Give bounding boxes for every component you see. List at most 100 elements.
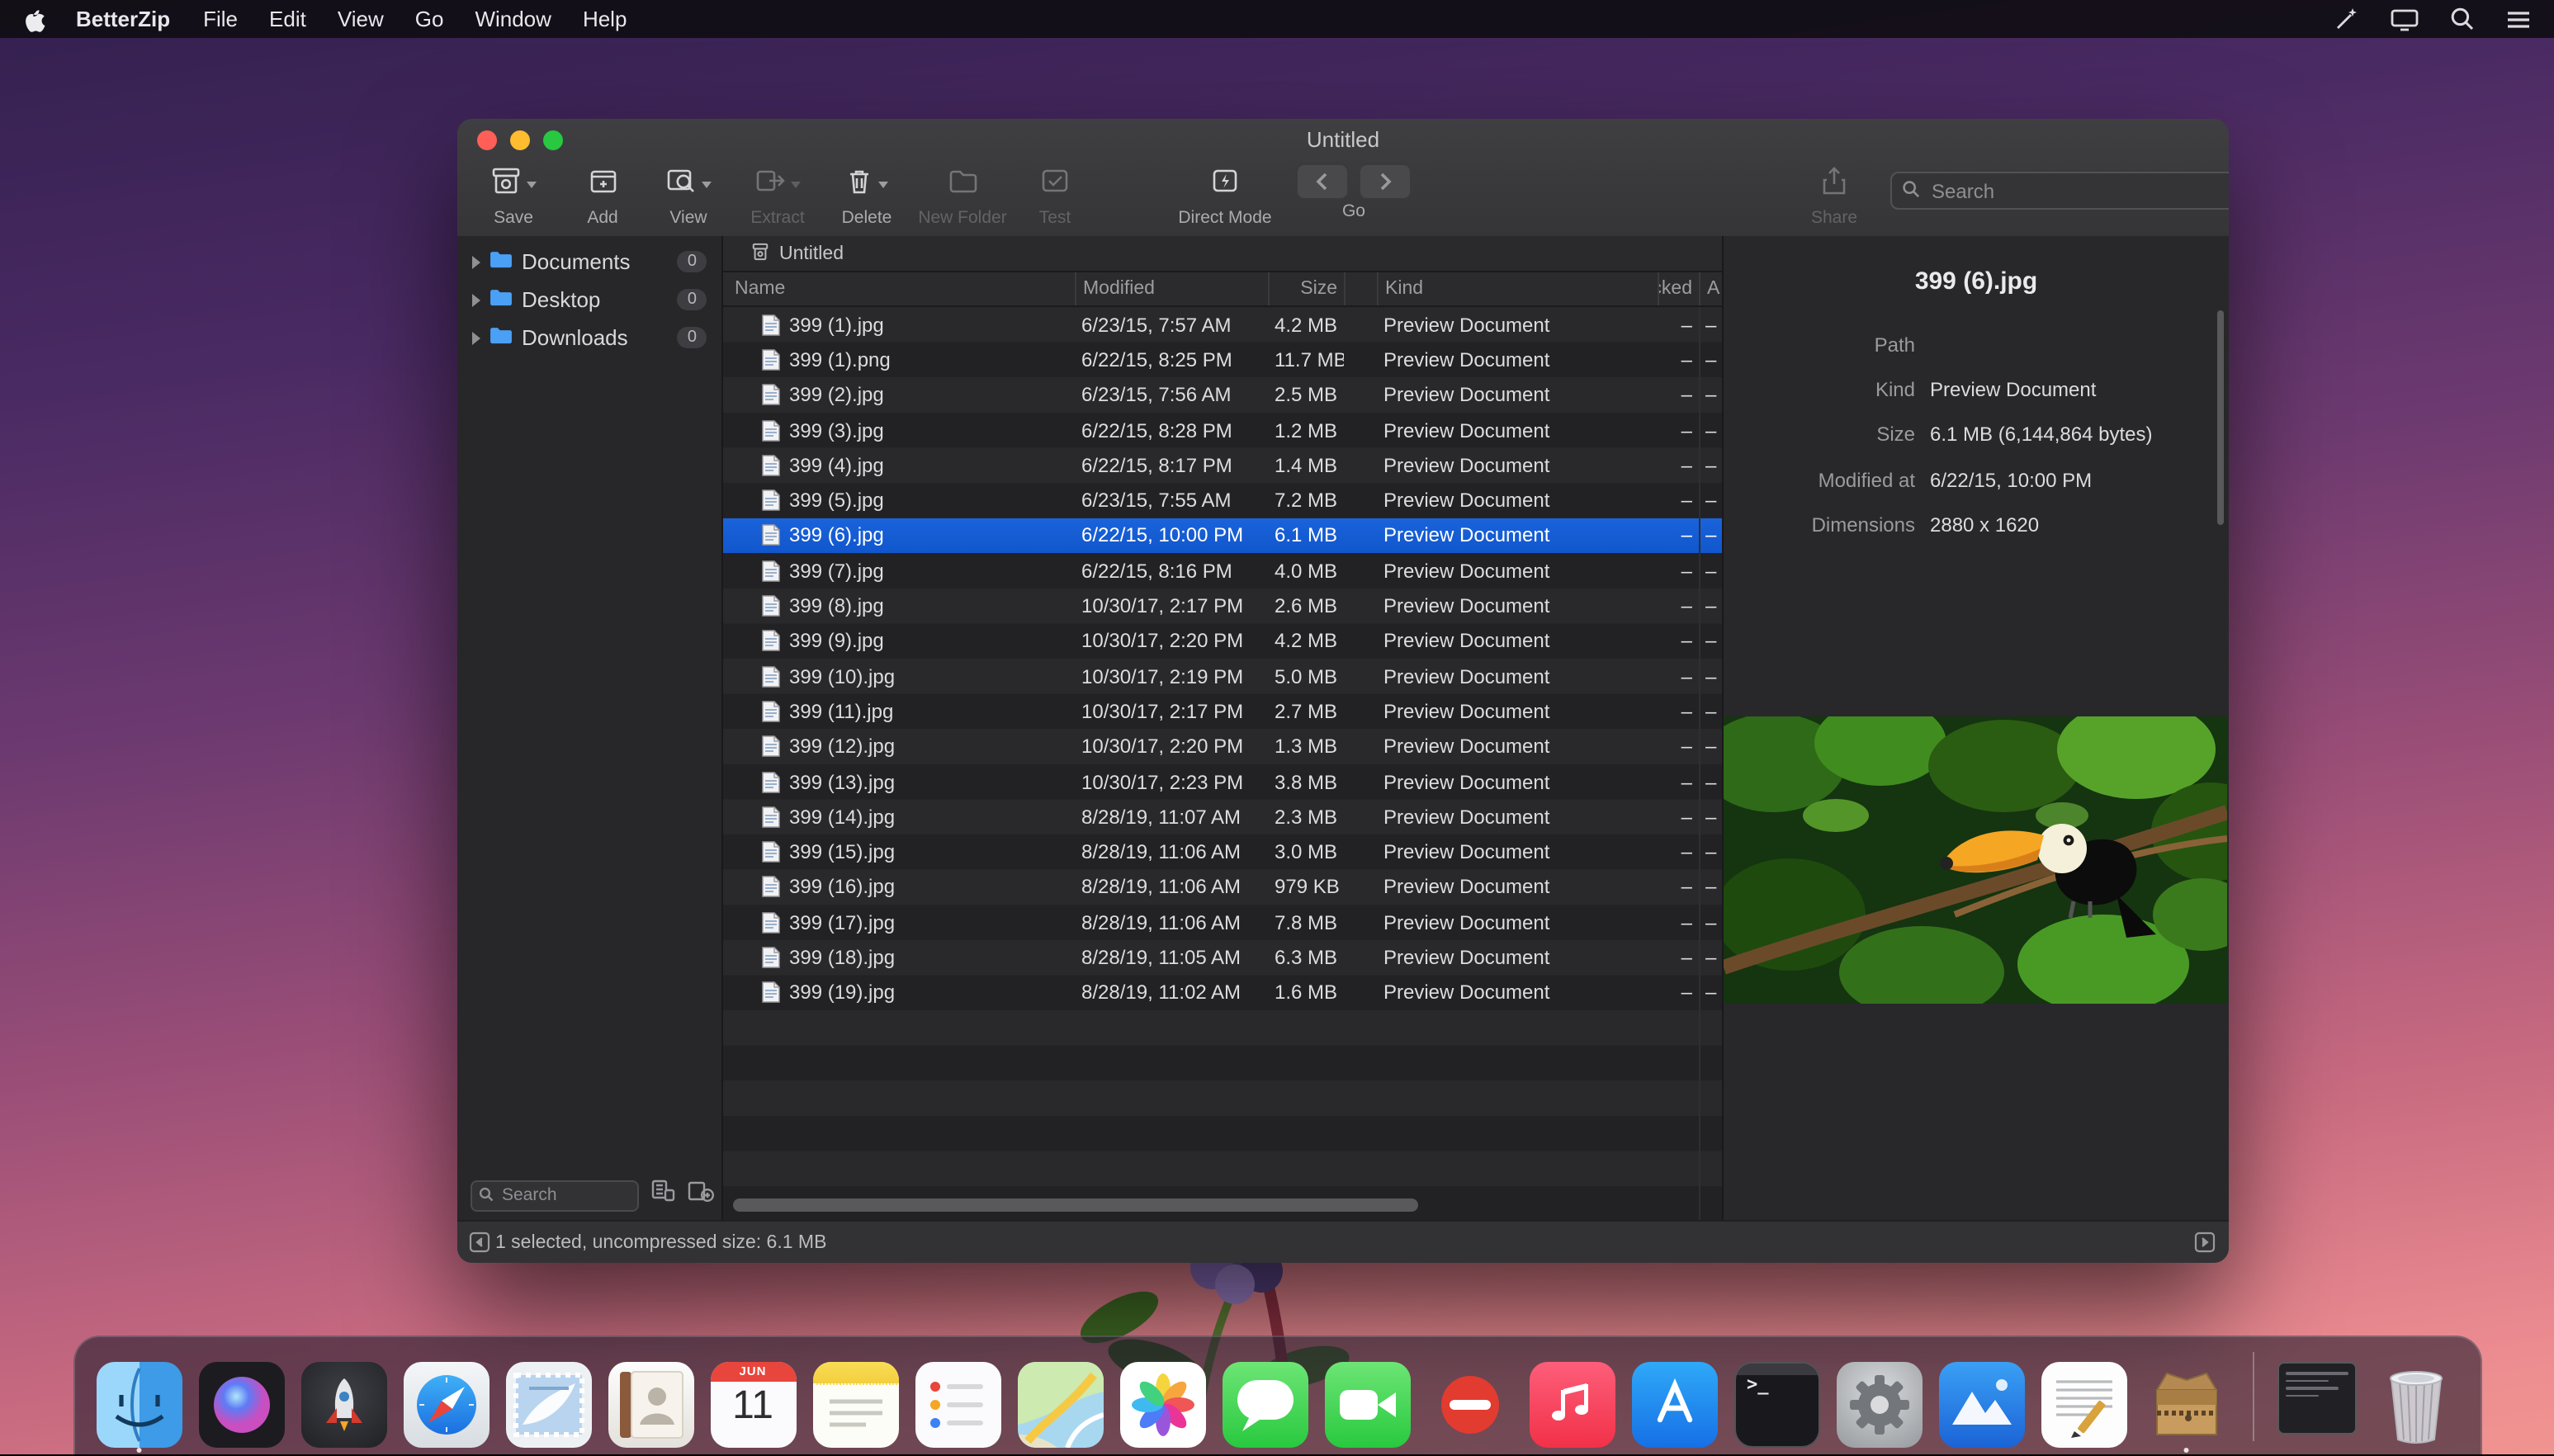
file-row[interactable]: 399 (8).jpg 10/30/17, 2:17 PM 2.6 MB Pre…	[723, 589, 1722, 624]
share-button[interactable]: Share	[1801, 163, 1867, 228]
minimized-window-thumbnail[interactable]	[2277, 1362, 2356, 1448]
file-row[interactable]: 399 (6).jpg 6/22/15, 10:00 PM 6.1 MB Pre…	[723, 518, 1722, 554]
item-count-badge: 0	[678, 251, 707, 272]
column-size[interactable]: Size	[1268, 272, 1344, 305]
finder-dock-icon[interactable]	[96, 1362, 182, 1448]
column-packed[interactable]: Packed	[1658, 272, 1699, 305]
do-not-enter-dock-icon[interactable]	[1426, 1362, 1512, 1448]
sidebar-search-input[interactable]	[499, 1184, 631, 1207]
toggle-info-panel-button[interactable]	[2194, 1231, 2216, 1253]
image-document-icon	[761, 559, 781, 582]
toolbar-search-input[interactable]	[1928, 177, 2224, 204]
test-button[interactable]: Test	[1022, 163, 1088, 228]
folder-icon	[489, 287, 513, 312]
file-row[interactable]: 399 (17).jpg 8/28/19, 11:06 AM 7.8 MB Pr…	[723, 905, 1722, 940]
mountain-app-dock-icon[interactable]	[1938, 1362, 2024, 1448]
desktop: BetterZip File Edit View Go Window Help	[0, 0, 2554, 1454]
delete-button[interactable]: Delete	[830, 163, 903, 228]
mail-dock-icon[interactable]	[505, 1362, 591, 1448]
messages-dock-icon[interactable]	[1222, 1362, 1308, 1448]
file-row[interactable]: 399 (19).jpg 8/28/19, 11:02 AM 1.6 MB Pr…	[723, 975, 1722, 1010]
file-row[interactable]: 399 (16).jpg 8/28/19, 11:06 AM 979 KB Pr…	[723, 870, 1722, 905]
betterzip-dock-icon[interactable]	[2143, 1362, 2229, 1448]
new-folder-button[interactable]: New Folder	[910, 163, 1015, 228]
sidebar-folder-item[interactable]: Desktop 0	[457, 281, 721, 319]
file-row[interactable]: 399 (11).jpg 10/30/17, 2:17 PM 2.7 MB Pr…	[723, 694, 1722, 730]
maps-dock-icon[interactable]	[1017, 1362, 1103, 1448]
file-row[interactable]: 399 (4).jpg 6/22/15, 8:17 PM 1.4 MB Prev…	[723, 447, 1722, 483]
title-bar[interactable]: Untitled	[457, 119, 2229, 158]
view-button[interactable]: View	[652, 163, 725, 228]
menu-item[interactable]: View	[338, 7, 384, 31]
chevron-down-icon	[791, 182, 801, 188]
music-dock-icon[interactable]	[1529, 1362, 1615, 1448]
extract-button[interactable]: Extract	[738, 163, 817, 228]
disclosure-triangle-icon[interactable]	[472, 293, 480, 306]
file-row[interactable]: 399 (15).jpg 8/28/19, 11:06 AM 3.0 MB Pr…	[723, 834, 1722, 870]
display-icon[interactable]	[2391, 7, 2419, 31]
go-forward-button[interactable]	[1359, 163, 1412, 200]
menu-item[interactable]: Help	[583, 7, 627, 31]
horizontal-scrollbar[interactable]	[733, 1198, 1418, 1212]
disclosure-triangle-icon[interactable]	[472, 331, 480, 344]
info-vertical-scrollbar[interactable]	[2217, 310, 2224, 525]
menu-item[interactable]: Window	[475, 7, 551, 31]
notes-dock-icon[interactable]	[812, 1362, 898, 1448]
system-preferences-dock-icon[interactable]	[1836, 1362, 1922, 1448]
file-row[interactable]: 399 (9).jpg 10/30/17, 2:20 PM 4.2 MB Pre…	[723, 623, 1722, 659]
app-store-dock-icon[interactable]	[1631, 1362, 1717, 1448]
column-modified[interactable]: Modified	[1075, 272, 1268, 305]
sidebar-folder-item[interactable]: Downloads 0	[457, 319, 721, 357]
safari-dock-icon[interactable]	[403, 1362, 489, 1448]
spotlight-icon[interactable]	[2450, 7, 2475, 31]
siri-dock-icon[interactable]	[198, 1362, 284, 1448]
launchpad-dock-icon[interactable]	[300, 1362, 386, 1448]
calendar-month: JUN	[710, 1364, 796, 1378]
file-row[interactable]: 399 (10).jpg 10/30/17, 2:19 PM 5.0 MB Pr…	[723, 659, 1722, 694]
file-row[interactable]: 399 (13).jpg 10/30/17, 2:23 PM 3.8 MB Pr…	[723, 764, 1722, 800]
breadcrumb[interactable]: Untitled	[723, 236, 1722, 272]
trash-dock-icon[interactable]	[2372, 1362, 2458, 1448]
toolbar-search-field[interactable]	[1890, 172, 2229, 210]
image-document-icon	[761, 770, 781, 793]
file-row[interactable]: 399 (18).jpg 8/28/19, 11:05 AM 6.3 MB Pr…	[723, 940, 1722, 976]
column-kind[interactable]: Kind	[1377, 272, 1658, 305]
save-button[interactable]: Save	[477, 163, 550, 228]
go-back-button[interactable]	[1296, 163, 1349, 200]
facetime-dock-icon[interactable]	[1324, 1362, 1410, 1448]
info-field-row: Modified at 6/22/15, 10:00 PM	[1724, 457, 2229, 503]
notification-center-icon[interactable]	[2506, 9, 2531, 29]
file-row[interactable]: 399 (2).jpg 6/23/15, 7:56 AM 2.5 MB Prev…	[723, 377, 1722, 413]
file-row[interactable]: 399 (12).jpg 10/30/17, 2:20 PM 1.3 MB Pr…	[723, 729, 1722, 764]
disclosure-triangle-icon[interactable]	[472, 255, 480, 268]
merge-archives-icon[interactable]	[650, 1179, 675, 1212]
calendar-dock-icon[interactable]: JUN 11	[710, 1362, 796, 1448]
reminders-dock-icon[interactable]	[915, 1362, 1000, 1448]
file-row[interactable]: 399 (3).jpg 6/22/15, 8:28 PM 1.2 MB Prev…	[723, 413, 1722, 448]
textedit-dock-icon[interactable]	[2041, 1362, 2126, 1448]
apple-menu[interactable]	[23, 6, 46, 32]
split-archive-icon[interactable]	[687, 1179, 715, 1212]
menu-item[interactable]: File	[203, 7, 238, 31]
file-row[interactable]: 399 (7).jpg 6/22/15, 8:16 PM 4.0 MB Prev…	[723, 553, 1722, 589]
sidebar-folder-item[interactable]: Documents 0	[457, 243, 721, 281]
photos-dock-icon[interactable]	[1119, 1362, 1205, 1448]
contacts-dock-icon[interactable]	[608, 1362, 693, 1448]
column-name[interactable]: Name	[723, 272, 1075, 305]
direct-mode-button[interactable]: Direct Mode	[1171, 163, 1279, 228]
file-row[interactable]: 399 (14).jpg 8/28/19, 11:07 AM 2.3 MB Pr…	[723, 799, 1722, 834]
image-document-icon	[761, 348, 781, 371]
image-preview-toucan[interactable]	[1724, 716, 2227, 1004]
file-row[interactable]: 399 (1).png 6/22/15, 8:25 PM 11.7 MB Pre…	[723, 343, 1722, 378]
menu-item[interactable]: Edit	[269, 7, 306, 31]
menu-app-name[interactable]: BetterZip	[76, 7, 170, 31]
column-attributes[interactable]: A	[1699, 272, 1722, 305]
sidebar-search-field[interactable]	[471, 1179, 639, 1211]
wand-icon[interactable]	[2334, 7, 2359, 31]
toggle-sidebar-button[interactable]	[469, 1231, 490, 1253]
file-row[interactable]: 399 (5).jpg 6/23/15, 7:55 AM 7.2 MB Prev…	[723, 483, 1722, 518]
add-button[interactable]: Add	[566, 163, 639, 228]
file-row[interactable]: 399 (1).jpg 6/23/15, 7:57 AM 4.2 MB Prev…	[723, 307, 1722, 343]
terminal-dock-icon[interactable]: >_	[1733, 1362, 1819, 1448]
menu-item[interactable]: Go	[415, 7, 444, 31]
